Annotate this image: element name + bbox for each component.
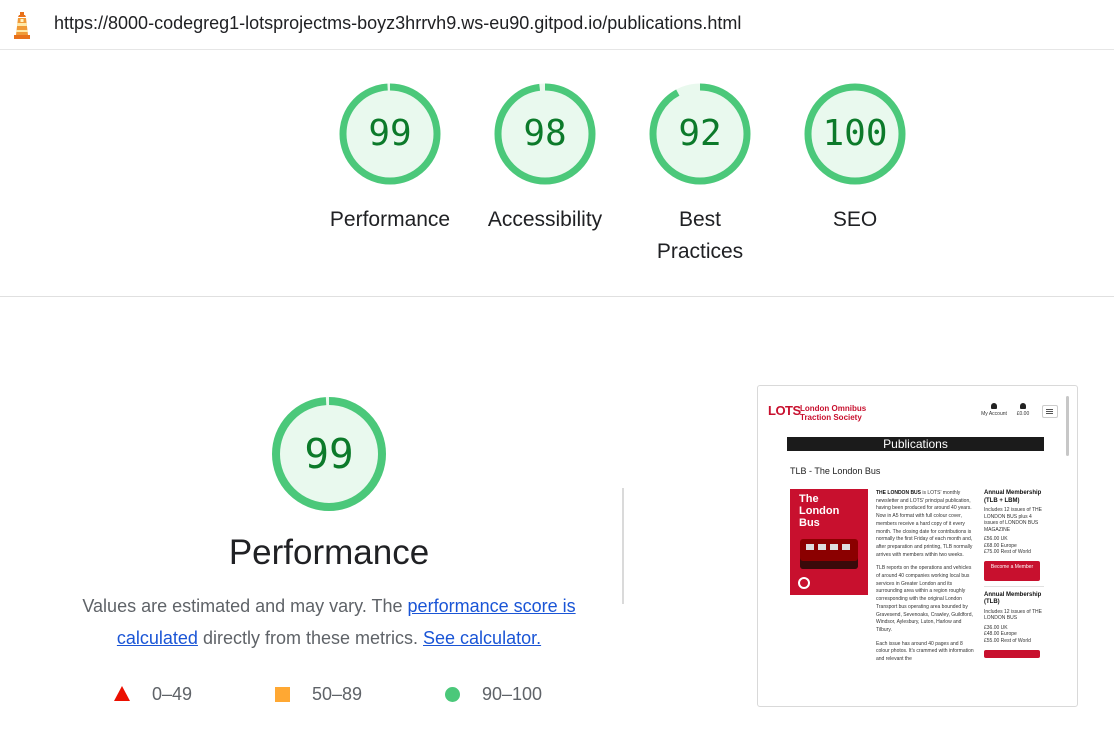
body-text: is LOTS' monthly newsletter and LOTS' pr… (876, 490, 973, 558)
section-divider (0, 296, 1114, 297)
brand-line: London Omnibus (800, 404, 867, 413)
bag-total: £0.00 (1016, 411, 1030, 417)
become-member-button (984, 650, 1040, 658)
account-label: My Account (981, 411, 1007, 417)
account-link: My Account (978, 403, 1010, 417)
publication-text: THE LONDON BUS is LOTS' monthly newslett… (876, 490, 976, 664)
vertical-separator (622, 488, 624, 604)
address-bar: https://8000-codegreg1-lotsprojectms-boy… (0, 0, 1114, 50)
user-icon (991, 403, 997, 409)
gauge-score: 98 (523, 113, 567, 154)
url-text[interactable]: https://8000-codegreg1-lotsprojectms-boy… (54, 13, 741, 34)
desc-text: directly from these metrics. (197, 628, 424, 648)
category-gauges: 99 Performance 98 Accessibility 92 Best … (0, 82, 1114, 282)
gauge-label: Performance (329, 208, 451, 231)
site-logo: LOTS (768, 403, 801, 418)
gauge-performance[interactable]: 99 Performance (310, 82, 470, 236)
shopping-bag-icon (1020, 403, 1026, 409)
legend-range: 50–89 (312, 684, 363, 704)
gauge-score: 92 (678, 113, 722, 154)
body-text: Each issue has around 40 pages and 8 col… (876, 640, 974, 663)
gauge-score: 99 (368, 113, 412, 154)
average-square-icon (275, 687, 290, 702)
body-text: TLB reports on the operations and vehicl… (876, 565, 973, 633)
magazine-cover: The London Bus (790, 489, 868, 595)
membership-plans: Annual Membership (TLB + LBM) Includes 1… (984, 490, 1044, 658)
performance-gauge: 99 (270, 395, 388, 513)
performance-description: Values are estimated and may vary. The p… (70, 590, 588, 654)
gauge-label: Accessibility (487, 208, 603, 231)
gauge-seo[interactable]: 100 SEO (775, 82, 935, 236)
cover-word: Bus (799, 517, 820, 529)
roundel-icon (798, 577, 810, 589)
performance-score: 99 (304, 430, 354, 478)
cover-word: London (799, 505, 840, 517)
gauge-best-practices[interactable]: 92 Best Practices (620, 82, 780, 268)
menu-icon (1042, 405, 1058, 418)
gauge-accessibility[interactable]: 98 Accessibility (465, 82, 625, 236)
lighthouse-icon (14, 12, 30, 39)
plan-title: Annual Membership (TLB + LBM) (984, 490, 1042, 504)
plan-title: Annual Membership (TLB) (984, 591, 1042, 606)
desc-text: Values are estimated and may vary. The (82, 596, 408, 616)
become-member-button: Become a Member (984, 560, 1040, 581)
plan-price: £55.00 Rest of World (984, 637, 1031, 644)
gauge-label: SEO (832, 208, 878, 231)
pass-circle-icon (445, 687, 460, 702)
gauge-score: 100 (822, 113, 888, 154)
section-title: TLB - The London Bus (790, 466, 881, 476)
legend-range: 90–100 (482, 684, 543, 704)
cover-title: The London Bus (799, 493, 839, 529)
plan-price: £75.00 Rest of World (984, 549, 1031, 555)
scrollbar (1066, 396, 1069, 456)
cover-word: The (799, 493, 819, 505)
brand-line: Traction Society (800, 413, 862, 422)
gauge-label: Best Practices (656, 208, 744, 263)
publications-heading: Publications (787, 437, 1044, 451)
fail-triangle-icon (114, 686, 130, 701)
final-screenshot: LOTS London Omnibus Traction Society My … (757, 385, 1078, 707)
see-calculator-link[interactable]: See calculator. (423, 628, 541, 648)
plan-description: Includes 12 issues of THE LONDON BUS (984, 608, 1042, 622)
plan-divider (984, 585, 1044, 587)
bag-link: £0.00 (1013, 403, 1033, 417)
site-brand: London Omnibus Traction Society (800, 404, 866, 422)
legend-range: 0–49 (152, 684, 193, 704)
plan-description: Includes 12 issues of THE LONDON BUS plu… (984, 507, 1042, 533)
bus-image (800, 539, 858, 569)
body-bold: THE LONDON BUS (876, 490, 921, 496)
performance-title: Performance (228, 533, 430, 572)
